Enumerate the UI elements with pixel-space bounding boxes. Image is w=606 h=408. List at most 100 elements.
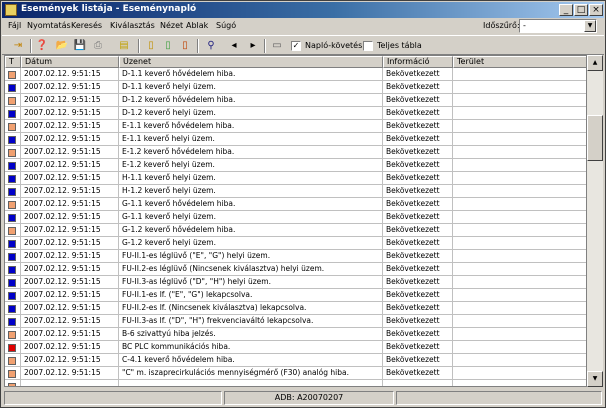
events-table[interactable]: T Dátum Üzenet Információ Terület 2007.0…	[4, 55, 587, 387]
table-row[interactable]: 2007.02.12. 9:51:15 E-1.1 keverő hővédele…	[5, 120, 586, 133]
next-icon[interactable]: ▸	[245, 39, 261, 53]
page-icon[interactable]: ▭	[269, 39, 285, 53]
status-bar: ADB: A20070207	[2, 389, 604, 407]
cell-info: Bekövetkezett	[383, 341, 453, 354]
column-header-info[interactable]: Információ	[383, 56, 453, 68]
table-row[interactable]	[5, 380, 586, 386]
column-header-date[interactable]: Dátum	[21, 56, 119, 68]
table-row[interactable]: 2007.02.12. 9:51:15 FU-II.1-es lf. ("E", …	[5, 289, 586, 302]
column-header-message[interactable]: Üzenet	[119, 56, 383, 68]
event-type-icon	[8, 110, 16, 118]
column-header-area[interactable]: Terület	[453, 56, 586, 68]
cell-message: FU-II.1-es léglüvő ("E", "G") helyi üzem…	[119, 250, 383, 263]
table-row[interactable]: 2007.02.12. 9:51:15 H-1.2 keverő helyi üz…	[5, 185, 586, 198]
table-row[interactable]: 2007.02.12. 9:51:15 D-1.1 keverő helyi üz…	[5, 81, 586, 94]
save-icon[interactable]: 💾	[72, 39, 88, 53]
cell-area	[453, 237, 586, 250]
cell-date: 2007.02.12. 9:51:15	[21, 367, 119, 380]
table-row[interactable]: 2007.02.12. 9:51:15 FU-II.3-as lf. ("D", …	[5, 315, 586, 328]
cell-area	[453, 250, 586, 263]
exit-icon[interactable]: ⇥	[10, 39, 26, 53]
teljes-tabla-checkbox[interactable]	[363, 41, 373, 51]
event-type-icon	[8, 357, 16, 365]
binoculars-icon[interactable]: ⚲	[203, 39, 219, 53]
cell-type	[5, 328, 21, 341]
cell-date: 2007.02.12. 9:51:15	[21, 198, 119, 211]
cell-info: Bekövetkezett	[383, 263, 453, 276]
document-add-icon[interactable]: ▯	[160, 39, 176, 53]
cell-date: 2007.02.12. 9:51:15	[21, 159, 119, 172]
table-row[interactable]: 2007.02.12. 9:51:15 "C" m. iszaprecirkulá…	[5, 367, 586, 380]
table-row[interactable]: 2007.02.12. 9:51:15 D-1.1 keverő hővédele…	[5, 68, 586, 81]
table-row[interactable]: 2007.02.12. 9:51:15 C-4.1 keverő hővédele…	[5, 354, 586, 367]
cell-info: Bekövetkezett	[383, 328, 453, 341]
menu-ablak[interactable]: Ablak	[186, 21, 208, 30]
table-row[interactable]: 2007.02.12. 9:51:15 G-1.1 keverő helyi üz…	[5, 211, 586, 224]
table-row[interactable]: 2007.02.12. 9:51:15 G-1.1 keverő hővédele…	[5, 198, 586, 211]
table-row[interactable]: 2007.02.12. 9:51:15 E-1.2 keverő helyi üz…	[5, 159, 586, 172]
close-button[interactable]: ×	[589, 4, 603, 16]
event-type-icon	[8, 240, 16, 248]
title-bar[interactable]: Események listája - Eseménynapló _ □ ×	[2, 2, 604, 18]
table-row[interactable]: 2007.02.12. 9:51:15 D-1.2 keverő hővédele…	[5, 94, 586, 107]
cell-date: 2007.02.12. 9:51:15	[21, 302, 119, 315]
document-icon[interactable]: ▯	[143, 39, 159, 53]
table-row[interactable]: 2007.02.12. 9:51:15 E-1.2 keverő hővédele…	[5, 146, 586, 159]
table-row[interactable]: 2007.02.12. 9:51:15 G-1.2 keverő hővédele…	[5, 224, 586, 237]
cell-area	[453, 367, 586, 380]
help-icon[interactable]: ❓	[34, 39, 50, 53]
table-row[interactable]: 2007.02.12. 9:51:15 H-1.1 keverő helyi üz…	[5, 172, 586, 185]
application-window: Események listája - Eseménynapló _ □ × F…	[0, 0, 606, 408]
scroll-up-icon[interactable]: ▲	[587, 55, 603, 71]
table-row[interactable]: 2007.02.12. 9:51:15 FU-II.1-es léglüvő ("…	[5, 250, 586, 263]
time-filter-select[interactable]: - ▼	[519, 19, 597, 33]
table-row[interactable]: 2007.02.12. 9:51:15 FU-II.2-es léglüvő (N…	[5, 263, 586, 276]
cell-type	[5, 302, 21, 315]
cell-message: C-4.1 keverő hővédelem hiba.	[119, 354, 383, 367]
cell-date: 2007.02.12. 9:51:15	[21, 263, 119, 276]
archive-icon[interactable]: ▤	[116, 39, 132, 53]
dropdown-arrow-icon[interactable]: ▼	[584, 20, 596, 32]
column-header-type[interactable]: T	[5, 56, 21, 68]
cell-message: FU-II.3-as lf. ("D", "H") frekvenciavált…	[119, 315, 383, 328]
cell-date: 2007.02.12. 9:51:15	[21, 107, 119, 120]
table-row[interactable]: 2007.02.12. 9:51:15 E-1.1 keverő helyi üz…	[5, 133, 586, 146]
menu-kivalasztas[interactable]: Kiválasztás	[110, 21, 155, 30]
cell-info	[383, 380, 453, 386]
vertical-scrollbar[interactable]: ▲ ▼	[587, 55, 603, 387]
table-row[interactable]: 2007.02.12. 9:51:15 BC PLC kommunikációs …	[5, 341, 586, 354]
table-row[interactable]: 2007.02.12. 9:51:15 G-1.2 keverő helyi üz…	[5, 237, 586, 250]
cell-type	[5, 367, 21, 380]
cell-message: E-1.2 keverő hővédelem hiba.	[119, 146, 383, 159]
scroll-thumb[interactable]	[587, 115, 603, 161]
menu-nyomtatas[interactable]: Nyomtatás	[27, 21, 71, 30]
event-type-icon	[8, 149, 16, 157]
cell-area	[453, 146, 586, 159]
table-row[interactable]: 2007.02.12. 9:51:15 D-1.2 keverő helyi üz…	[5, 107, 586, 120]
open-folder-icon[interactable]: 📂	[54, 39, 70, 53]
menu-nezet[interactable]: Nézet	[160, 21, 183, 30]
print-icon[interactable]: ⎙	[90, 39, 106, 53]
cell-date: 2007.02.12. 9:51:15	[21, 237, 119, 250]
minimize-button[interactable]: _	[559, 4, 573, 16]
document-delete-icon[interactable]: ▯	[177, 39, 193, 53]
maximize-button[interactable]: □	[574, 4, 588, 16]
table-row[interactable]: 2007.02.12. 9:51:15 B-6 szivattyú hiba je…	[5, 328, 586, 341]
cell-info: Bekövetkezett	[383, 289, 453, 302]
previous-icon[interactable]: ◂	[226, 39, 242, 53]
naplo-kovetes-label: Napló-követés	[305, 41, 363, 50]
table-row[interactable]: 2007.02.12. 9:51:15 FU-II.2-es lf. (Nincs…	[5, 302, 586, 315]
cell-message: H-1.1 keverő helyi üzem.	[119, 172, 383, 185]
cell-message: B-6 szivattyú hiba jelzés.	[119, 328, 383, 341]
menu-sugo[interactable]: Súgó	[216, 21, 236, 30]
table-row[interactable]: 2007.02.12. 9:51:15 FU-II.3-as léglüvő ("…	[5, 276, 586, 289]
menu-kereses[interactable]: Keresés	[71, 21, 102, 30]
cell-date: 2007.02.12. 9:51:15	[21, 341, 119, 354]
menu-fajl[interactable]: Fájl	[8, 21, 21, 30]
cell-info: Bekövetkezett	[383, 276, 453, 289]
cell-message: D-1.1 keverő helyi üzem.	[119, 81, 383, 94]
cell-area	[453, 120, 586, 133]
cell-message: E-1.1 keverő hővédelem hiba.	[119, 120, 383, 133]
naplo-kovetes-checkbox[interactable]: ✓	[291, 41, 301, 51]
scroll-down-icon[interactable]: ▼	[587, 371, 603, 387]
